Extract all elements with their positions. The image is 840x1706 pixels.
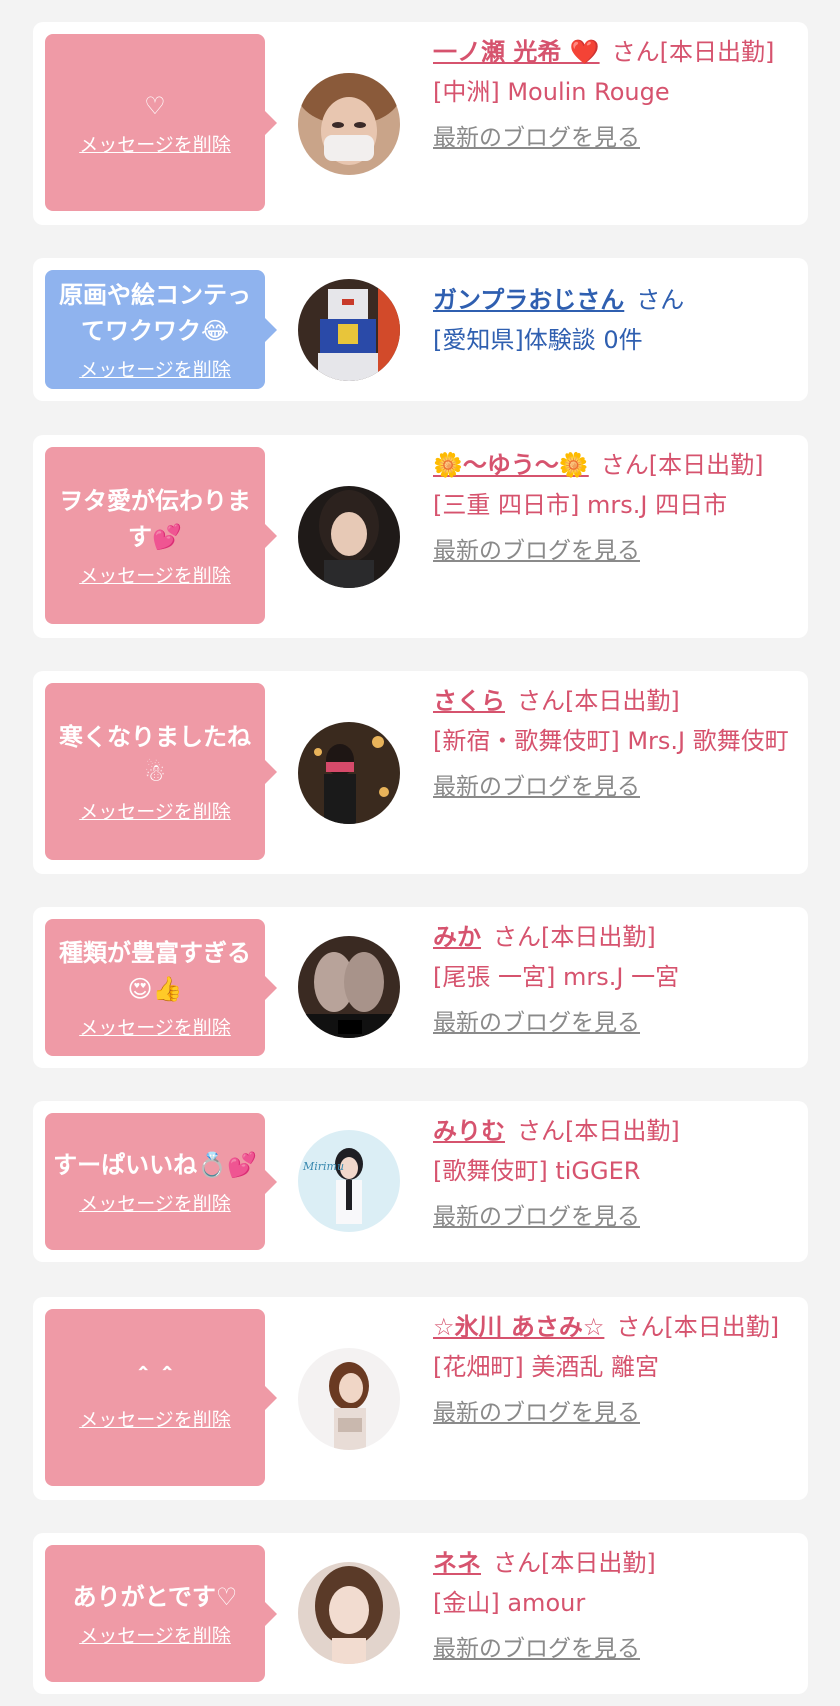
profile-info: ☆氷川 あさみ☆ さん[本日出勤] [花畑町] 美酒乱 離宮 最新のブログを見る: [433, 1307, 790, 1433]
message-text: ありがとです♡: [72, 1583, 238, 1611]
message-bubble: すーぱいいね💍💕 メッセージを削除: [45, 1113, 277, 1250]
message-card: すーぱいいね💍💕 メッセージを削除 Mirimu みりむ さん[本日出勤] [歌舞…: [33, 1101, 808, 1262]
message-text: 種類が豊富すぎる😍👍: [59, 939, 251, 1003]
message-bubble: 寒くなりましたね☃ メッセージを削除: [45, 683, 277, 860]
message-bubble: ヲタ愛が伝わります💕 メッセージを削除: [45, 447, 277, 624]
message-text: ヲタ愛が伝わります💕: [59, 487, 251, 551]
shop-text: [尾張 一宮] mrs.J 一宮: [433, 963, 680, 991]
latest-blog-link[interactable]: 最新のブログを見る: [433, 1629, 640, 1669]
delete-message-link[interactable]: メッセージを削除: [79, 1621, 231, 1648]
latest-blog-link[interactable]: 最新のブログを見る: [433, 1197, 640, 1237]
profile-info: ネネ さん[本日出勤] [金山] amour 最新のブログを見る: [433, 1543, 790, 1669]
message-card: ♡ メッセージを削除 一ノ瀬 光希 ❤️ さん[本日出勤] [中洲] Moulin…: [33, 22, 808, 225]
message-bubble: 原画や絵コンテってワクワク😂 メッセージを削除: [45, 270, 277, 389]
avatar[interactable]: Mirimu: [298, 1130, 400, 1232]
delete-message-link[interactable]: メッセージを削除: [79, 355, 231, 382]
status-text: さん[本日出勤]: [493, 1549, 656, 1577]
profile-info: さくら さん[本日出勤] [新宿・歌舞伎町] Mrs.J 歌舞伎町 最新のブログを…: [433, 681, 790, 807]
message-text: 原画や絵コンテってワクワク😂: [59, 281, 251, 345]
avatar[interactable]: [298, 1348, 400, 1450]
message-card: 寒くなりましたね☃ メッセージを削除 さくら さん[本日出勤] [新宿・歌舞伎町]…: [33, 671, 808, 874]
message-card: ＾＾ メッセージを削除 ☆氷川 あさみ☆ さん[本日出勤] [花畑町] 美酒乱 離…: [33, 1297, 808, 1500]
latest-blog-link[interactable]: 最新のブログを見る: [433, 767, 640, 807]
delete-message-link[interactable]: メッセージを削除: [79, 797, 231, 824]
message-card: 原画や絵コンテってワクワク😂 メッセージを削除 ガンプラおじさん さん [愛知県]…: [33, 258, 808, 401]
delete-message-link[interactable]: メッセージを削除: [79, 561, 231, 588]
message-text: ＾＾: [131, 1367, 179, 1395]
avatar[interactable]: [298, 722, 400, 824]
latest-blog-link[interactable]: 最新のブログを見る: [433, 118, 640, 158]
message-card: ヲタ愛が伝わります💕 メッセージを削除 🌼〜ゆう〜🌼 さん[本日出勤] [三重 四…: [33, 435, 808, 638]
message-bubble: ＾＾ メッセージを削除: [45, 1309, 277, 1486]
profile-name-link[interactable]: 🌼〜ゆう〜🌼: [433, 451, 589, 479]
delete-message-link[interactable]: メッセージを削除: [79, 1013, 231, 1040]
shop-text: [花畑町] 美酒乱 離宮: [433, 1353, 659, 1381]
message-card: ありがとです♡ メッセージを削除 ネネ さん[本日出勤] [金山] amour 最…: [33, 1533, 808, 1694]
avatar[interactable]: [298, 1562, 400, 1664]
avatar[interactable]: [298, 936, 400, 1038]
profile-name-link[interactable]: みか: [433, 923, 481, 951]
delete-message-link[interactable]: メッセージを削除: [79, 130, 231, 157]
shop-text: [三重 四日市] mrs.J 四日市: [433, 491, 728, 519]
status-text: さん[本日出勤]: [517, 687, 680, 715]
status-text: さん[本日出勤]: [600, 451, 764, 479]
latest-blog-link[interactable]: 最新のブログを見る: [433, 1393, 640, 1433]
avatar-watermark-text: Mirimu: [302, 1160, 344, 1173]
profile-name-link[interactable]: みりむ: [433, 1117, 505, 1145]
delete-message-link[interactable]: メッセージを削除: [79, 1189, 231, 1216]
avatar[interactable]: [298, 279, 400, 381]
message-bubble: 種類が豊富すぎる😍👍 メッセージを削除: [45, 919, 277, 1056]
avatar[interactable]: [298, 486, 400, 588]
shop-text: [中洲] Moulin Rouge: [433, 78, 670, 106]
shop-text: [金山] amour: [433, 1589, 586, 1617]
status-text: さん[本日出勤]: [517, 1117, 680, 1145]
profile-info: ガンプラおじさん さん [愛知県]体験談 0件: [433, 280, 790, 360]
latest-blog-link[interactable]: 最新のブログを見る: [433, 531, 640, 571]
message-bubble: ♡ メッセージを削除: [45, 34, 277, 211]
profile-info: 一ノ瀬 光希 ❤️ さん[本日出勤] [中洲] Moulin Rouge 最新のブ…: [433, 32, 790, 158]
profile-name-link[interactable]: ネネ: [433, 1549, 481, 1577]
message-text: 寒くなりましたね☃: [59, 723, 251, 787]
shop-text: [新宿・歌舞伎町] Mrs.J 歌舞伎町: [433, 727, 789, 755]
status-text: さん[本日出勤]: [616, 1313, 780, 1341]
message-bubble: ありがとです♡ メッセージを削除: [45, 1545, 277, 1682]
status-text: さん[本日出勤]: [493, 923, 656, 951]
profile-name-link[interactable]: 一ノ瀬 光希 ❤️: [433, 38, 600, 66]
latest-blog-link[interactable]: 最新のブログを見る: [433, 1003, 640, 1043]
profile-name-link[interactable]: ガンプラおじさん: [433, 286, 624, 314]
shop-text: [歌舞伎町] tiGGER: [433, 1157, 641, 1185]
status-text: さん[本日出勤]: [611, 38, 775, 66]
delete-message-link[interactable]: メッセージを削除: [79, 1405, 231, 1432]
message-card: 種類が豊富すぎる😍👍 メッセージを削除 みか さん[本日出勤] [尾張 一宮] m…: [33, 907, 808, 1068]
profile-name-link[interactable]: さくら: [433, 687, 505, 715]
status-text: さん: [636, 286, 685, 314]
avatar[interactable]: [298, 73, 400, 175]
shop-text: [愛知県]体験談 0件: [433, 326, 643, 354]
profile-name-link[interactable]: ☆氷川 あさみ☆: [433, 1313, 604, 1341]
message-text: すーぱいいね💍💕: [53, 1151, 257, 1179]
profile-info: みりむ さん[本日出勤] [歌舞伎町] tiGGER 最新のブログを見る: [433, 1111, 790, 1237]
message-text: ♡: [144, 92, 166, 120]
profile-info: 🌼〜ゆう〜🌼 さん[本日出勤] [三重 四日市] mrs.J 四日市 最新のブログ…: [433, 445, 790, 571]
profile-info: みか さん[本日出勤] [尾張 一宮] mrs.J 一宮 最新のブログを見る: [433, 917, 790, 1043]
